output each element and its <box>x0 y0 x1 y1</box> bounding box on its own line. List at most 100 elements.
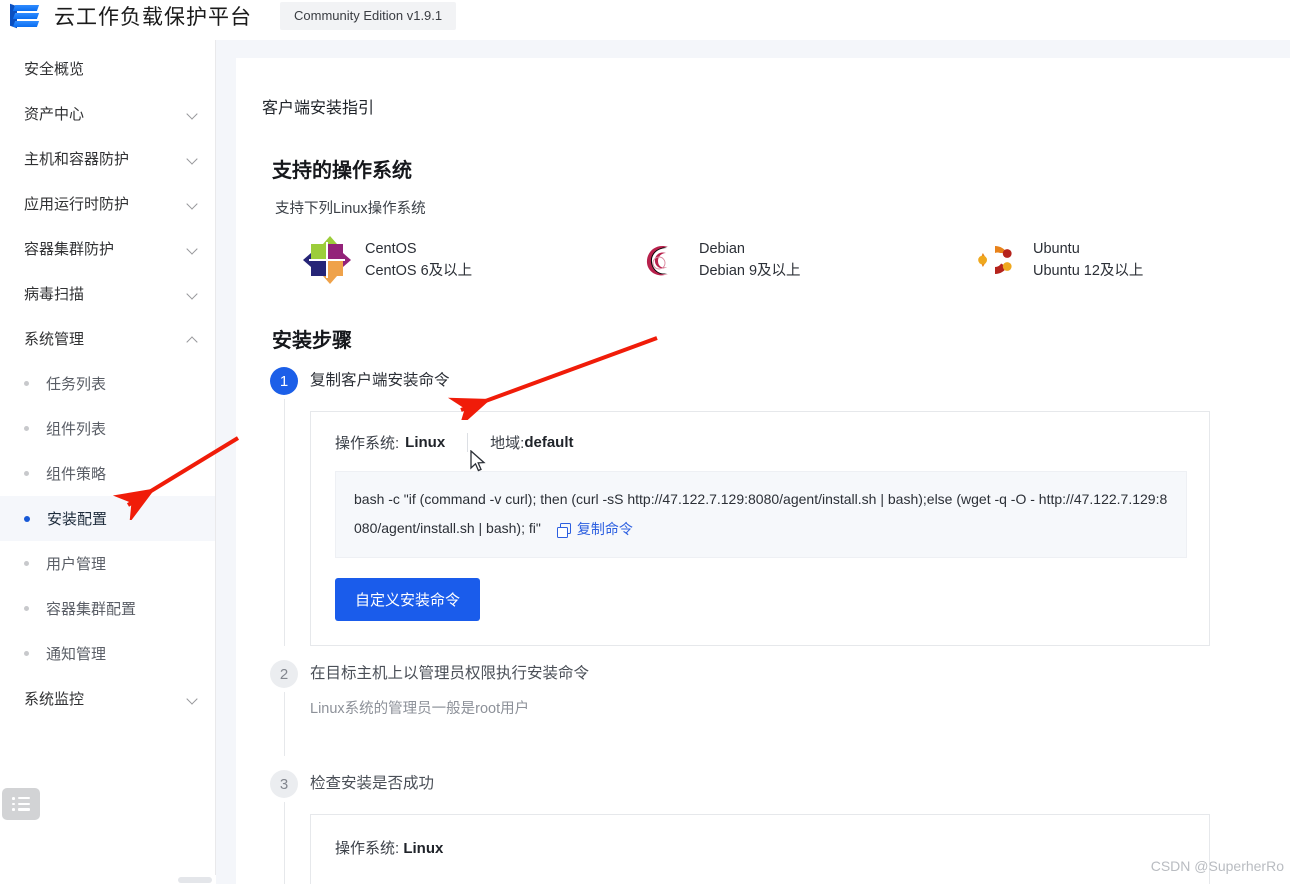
os-version: CentOS 6及以上 <box>365 263 473 279</box>
chevron-down-icon <box>187 288 199 300</box>
top-header-bar: 云工作负载保护平台 Community Edition v1.9.1 <box>0 0 1290 40</box>
sidebar-collapse-button[interactable] <box>2 788 40 820</box>
os-version: Debian 9及以上 <box>699 263 801 279</box>
sidebar-item-host-container-protection[interactable]: 主机和容器防护 <box>0 136 215 181</box>
copy-command-label: 复制命令 <box>576 520 633 537</box>
os-version: Ubuntu 12及以上 <box>1033 263 1144 279</box>
os-item-ubuntu: Ubuntu Ubuntu 12及以上 <box>926 236 1260 284</box>
chevron-down-icon <box>187 153 199 165</box>
sidebar-item-app-runtime-protection[interactable]: 应用运行时防护 <box>0 181 215 226</box>
step-heading: 检查安装是否成功 <box>310 775 435 793</box>
content-card: 客户端安装指引 支持的操作系统 支持下列Linux操作系统 CentOS Cen… <box>236 58 1290 884</box>
os-item-debian: Debian Debian 9及以上 <box>592 236 926 284</box>
sidebar-item-label: 主机和容器防护 <box>24 151 130 168</box>
bullet-icon <box>24 426 29 431</box>
sidebar-item-label: 用户管理 <box>46 556 107 573</box>
list-menu-icon <box>12 797 30 811</box>
sidebar-item-label: 通知管理 <box>46 646 107 663</box>
edition-badge: Community Edition v1.9.1 <box>280 2 457 30</box>
custom-install-command-button[interactable]: 自定义安装命令 <box>335 578 481 622</box>
sidebar-item-label: 容器集群配置 <box>46 601 137 618</box>
step-heading: 复制客户端安装命令 <box>310 372 450 389</box>
region-value[interactable]: default <box>524 434 573 451</box>
sidebar: 安全概览 资产中心 主机和容器防护 应用运行时防护 容器集群防护 病毒扫描 系统… <box>0 40 216 884</box>
bullet-icon <box>24 606 29 611</box>
os-name: Ubuntu <box>1033 240 1080 257</box>
bullet-icon <box>24 381 29 386</box>
install-step-3: 3 检查安装是否成功 操作系统: Linux 1.检查Agent运行状态 执行下… <box>258 770 1260 884</box>
step-number-badge: 1 <box>270 367 298 395</box>
step-number-badge: 2 <box>270 660 298 689</box>
step1-panel: 操作系统: Linux 地域: default bash -c "if (com… <box>310 411 1210 647</box>
sidebar-item-label: 组件列表 <box>46 421 107 438</box>
bullet-icon <box>24 651 29 656</box>
sidebar-item-label: 任务列表 <box>46 376 107 393</box>
ubuntu-logo-icon <box>971 236 1019 284</box>
chevron-up-icon <box>187 333 199 345</box>
bullet-icon <box>24 471 29 476</box>
sidebar-item-label: 容器集群防护 <box>24 241 115 258</box>
chevron-down-icon <box>187 243 199 255</box>
sidebar-item-system-monitoring[interactable]: 系统监控 <box>0 676 215 721</box>
debian-logo-icon <box>637 236 685 284</box>
stacked-layers-logo-icon <box>10 3 40 29</box>
step-subtext: Linux系统的管理员一般是root用户 <box>310 701 530 718</box>
sidebar-item-container-cluster-config[interactable]: 容器集群配置 <box>0 586 215 631</box>
install-command-box[interactable]: bash -c "if (command -v curl); then (cur… <box>335 471 1187 559</box>
sidebar-item-label: 应用运行时防护 <box>24 196 130 213</box>
page-title: 客户端安装指引 <box>262 100 375 117</box>
app-title: 云工作负载保护平台 <box>54 6 252 29</box>
os-value[interactable]: Linux <box>405 434 445 451</box>
sidebar-item-container-cluster-protection[interactable]: 容器集群防护 <box>0 226 215 271</box>
step3-meta-row: 操作系统: Linux <box>335 837 1185 858</box>
copy-icon <box>556 523 571 538</box>
chevron-down-icon <box>187 108 199 120</box>
sidebar-item-asset-center[interactable]: 资产中心 <box>0 91 215 136</box>
supported-os-subtitle: 支持下列Linux操作系统 <box>275 201 426 217</box>
os-name: CentOS <box>365 240 417 257</box>
os-value: Linux <box>403 840 444 858</box>
sidebar-item-virus-scan[interactable]: 病毒扫描 <box>0 271 215 316</box>
sidebar-item-user-management[interactable]: 用户管理 <box>0 541 215 586</box>
sidebar-item-security-overview[interactable]: 安全概览 <box>0 46 215 91</box>
copy-command-button[interactable]: 复制命令 <box>556 515 633 544</box>
app-root: 云工作负载保护平台 Community Edition v1.9.1 安全概览 … <box>0 0 1290 884</box>
sidebar-item-system-management[interactable]: 系统管理 <box>0 316 215 361</box>
sidebar-item-label: 系统监控 <box>24 691 85 708</box>
step-number-badge: 3 <box>270 770 298 799</box>
step-connector-line <box>283 802 285 884</box>
sidebar-item-component-policy[interactable]: 组件策略 <box>0 451 215 496</box>
install-steps-title: 安装步骤 <box>272 330 352 352</box>
meta-divider <box>467 433 469 452</box>
region-label: 地域: <box>490 435 525 452</box>
sidebar-item-label: 资产中心 <box>24 106 85 123</box>
os-name: Debian <box>699 240 745 257</box>
sidebar-item-label: 安全概览 <box>24 61 85 78</box>
install-step-2: 2 在目标主机上以管理员权限执行安装命令 Linux系统的管理员一般是root用… <box>258 660 1260 757</box>
sidebar-item-label: 系统管理 <box>24 331 85 348</box>
os-item-centos: CentOS CentOS 6及以上 <box>258 236 592 284</box>
install-steps: 1 复制客户端安装命令 操作系统: Linux 地域: default bash… <box>258 367 1260 884</box>
sidebar-item-label: 安装配置 <box>47 511 108 528</box>
chevron-down-icon <box>187 198 199 210</box>
step1-meta-row: 操作系统: Linux 地域: default <box>335 432 1185 453</box>
sidebar-item-component-list[interactable]: 组件列表 <box>0 406 215 451</box>
install-command-text: bash -c "if (command -v curl); then (cur… <box>354 491 1168 537</box>
sidebar-item-task-list[interactable]: 任务列表 <box>0 361 215 406</box>
mouse-cursor-icon <box>470 450 486 472</box>
sidebar-horizontal-scrollbar[interactable] <box>0 875 216 884</box>
sidebar-item-notification-management[interactable]: 通知管理 <box>0 631 215 676</box>
step-connector-line <box>283 692 285 757</box>
bullet-icon <box>24 561 29 566</box>
os-label: 操作系统: <box>335 435 400 452</box>
install-step-1: 1 复制客户端安装命令 操作系统: Linux 地域: default bash… <box>258 367 1260 647</box>
step3-panel: 操作系统: Linux 1.检查Agent运行状态 执行下面命令，查看输出结果中… <box>310 814 1210 884</box>
supported-os-title: 支持的操作系统 <box>272 160 412 182</box>
sidebar-item-install-config[interactable]: 安装配置 <box>0 496 215 541</box>
watermark: CSDN @SuperherRo <box>1150 858 1284 874</box>
chevron-down-icon <box>187 693 199 705</box>
centos-logo-icon <box>303 236 351 284</box>
os-label: 操作系统: <box>335 840 400 858</box>
sidebar-menu: 安全概览 资产中心 主机和容器防护 应用运行时防护 容器集群防护 病毒扫描 系统… <box>0 40 215 721</box>
step-heading: 在目标主机上以管理员权限执行安装命令 <box>310 665 590 683</box>
